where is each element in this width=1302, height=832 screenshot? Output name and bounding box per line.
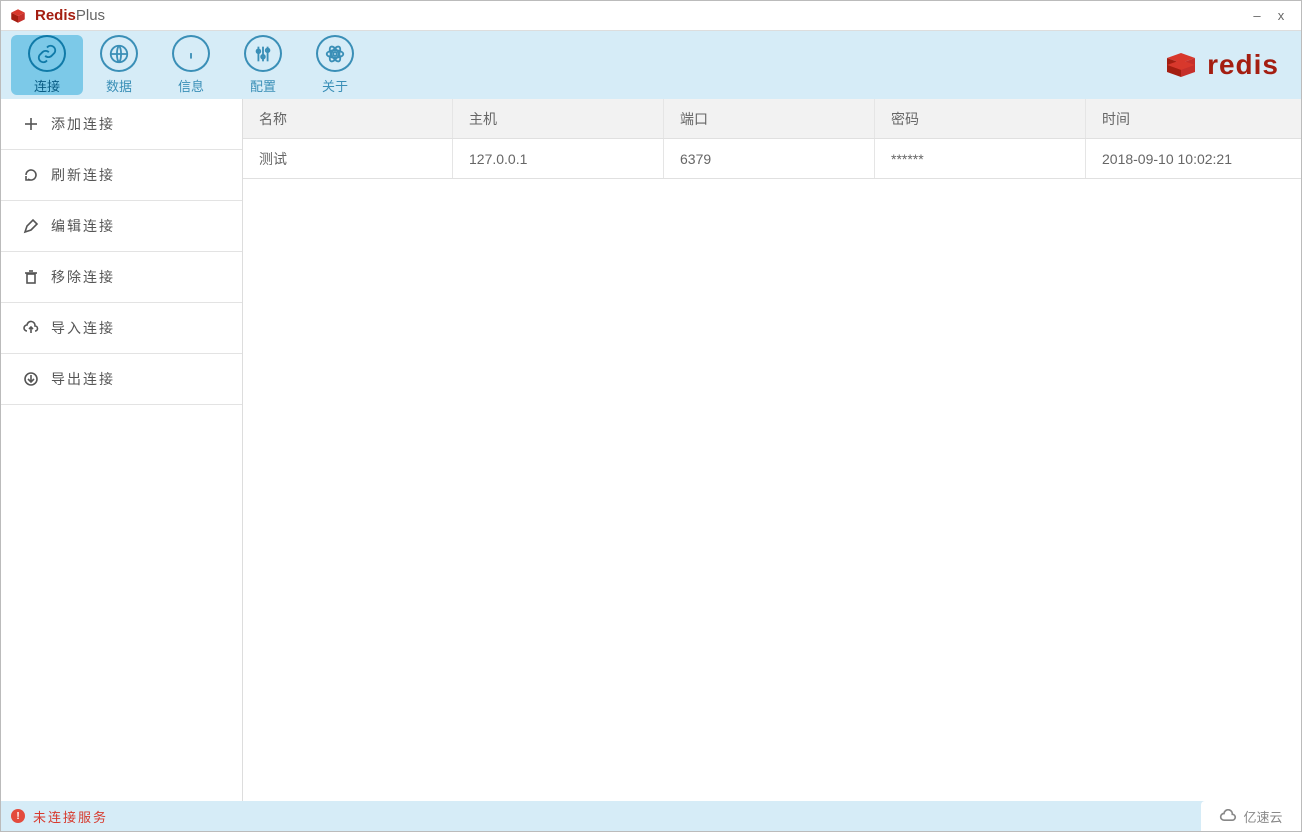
edit-icon (23, 218, 39, 234)
cell-password: ****** (875, 139, 1086, 178)
brand-text: redis (1207, 49, 1279, 81)
sidebar-item-remove[interactable]: 移除连接 (1, 252, 242, 303)
status-error-icon: ! (11, 809, 25, 823)
cell-port: 6379 (664, 139, 875, 178)
content: 名称 主机 端口 密码 时间 测试 127.0.0.1 6379 ****** … (243, 99, 1301, 801)
tab-config[interactable]: 配置 (227, 35, 299, 95)
statusbar: ! 未连接服务 亿速云 (1, 801, 1301, 831)
tab-data[interactable]: 数据 (83, 35, 155, 95)
plus-icon (23, 116, 39, 132)
redis-cube-icon (1161, 50, 1201, 80)
col-time: 时间 (1086, 99, 1301, 138)
download-icon (23, 371, 39, 387)
sidebar-item-refresh[interactable]: 刷新连接 (1, 150, 242, 201)
info-icon (180, 43, 202, 65)
col-host: 主机 (453, 99, 664, 138)
cloud-up-icon (23, 320, 39, 336)
sidebar-item-label: 导入连接 (51, 318, 115, 338)
app-title-strong: Redis (35, 7, 76, 24)
tab-connection[interactable]: 连接 (11, 35, 83, 95)
refresh-icon (23, 167, 39, 183)
table-header: 名称 主机 端口 密码 时间 (243, 99, 1301, 139)
tab-label: 数据 (106, 76, 132, 95)
col-name: 名称 (243, 99, 453, 138)
table-row[interactable]: 测试 127.0.0.1 6379 ****** 2018-09-10 10:0… (243, 139, 1301, 179)
sidebar-item-label: 导出连接 (51, 369, 115, 389)
status-text: 未连接服务 (33, 807, 108, 826)
col-port: 端口 (664, 99, 875, 138)
sidebar: 添加连接 刷新连接 编辑连接 移除连接 导入连接 导出连接 (1, 99, 243, 801)
titlebar: RedisPlus – x (1, 1, 1301, 31)
trash-icon (23, 269, 39, 285)
app-title-light: Plus (76, 7, 105, 24)
sidebar-item-import[interactable]: 导入连接 (1, 303, 242, 354)
globe-icon (108, 43, 130, 65)
sidebar-item-label: 刷新连接 (51, 165, 115, 185)
tab-label: 配置 (250, 76, 276, 95)
atom-icon (324, 43, 346, 65)
tab-info[interactable]: 信息 (155, 35, 227, 95)
sidebar-item-label: 移除连接 (51, 267, 115, 287)
watermark-text: 亿速云 (1243, 807, 1282, 826)
toolbar: 连接 数据 信息 配置 关于 redi (1, 31, 1301, 99)
sidebar-item-add[interactable]: 添加连接 (1, 99, 242, 150)
cloud-icon (1219, 809, 1239, 823)
sidebar-item-label: 编辑连接 (51, 216, 115, 236)
app-logo-icon (9, 7, 27, 25)
sidebar-item-label: 添加连接 (51, 114, 115, 134)
watermark: 亿速云 (1201, 801, 1301, 831)
sidebar-item-edit[interactable]: 编辑连接 (1, 201, 242, 252)
col-password: 密码 (875, 99, 1086, 138)
cell-host: 127.0.0.1 (453, 139, 664, 178)
sidebar-item-export[interactable]: 导出连接 (1, 354, 242, 405)
minimize-button[interactable]: – (1245, 6, 1269, 26)
tab-about[interactable]: 关于 (299, 35, 371, 95)
tab-label: 信息 (178, 76, 204, 95)
tab-label: 关于 (322, 76, 348, 95)
tab-label: 连接 (34, 76, 60, 95)
link-icon (36, 43, 58, 65)
cell-time: 2018-09-10 10:02:21 (1086, 139, 1301, 178)
sliders-icon (252, 43, 274, 65)
close-button[interactable]: x (1269, 6, 1293, 26)
brand-logo: redis (1161, 49, 1279, 81)
cell-name: 测试 (243, 139, 453, 178)
